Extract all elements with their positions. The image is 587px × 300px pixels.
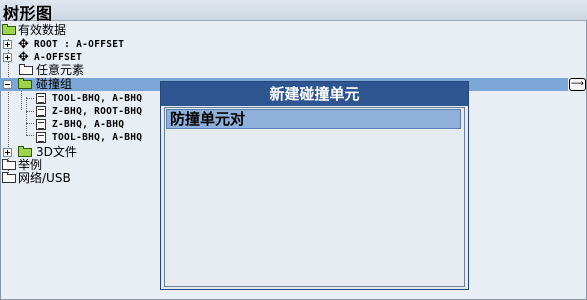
tree-item-a-offset[interactable]: ✥ A-OFFSET [0, 51, 200, 64]
folder-icon [2, 172, 16, 183]
document-icon [36, 119, 46, 130]
tree-item-collision-pair[interactable]: TOOL-BHQ, A-BHQ [0, 92, 170, 105]
collapse-icon[interactable] [3, 80, 12, 89]
dialog-list: 防撞单元对 [164, 107, 465, 287]
tree-item-collision-pair[interactable]: TOOL-BHQ, A-BHQ [0, 131, 170, 144]
tree-item-label: ROOT : A-OFFSET [34, 39, 125, 50]
folder-open-icon [2, 24, 16, 35]
expand-icon[interactable] [3, 148, 12, 157]
tree-item-label: TOOL-BHQ, A-BHQ [52, 132, 143, 143]
folder-icon [19, 64, 33, 75]
tree-item-label: 有效数据 [18, 23, 67, 37]
dialog-title: 新建碰撞单元 [161, 82, 468, 106]
document-icon [36, 132, 46, 143]
tree-item-label: Z-BHQ, ROOT-BHQ [52, 106, 143, 117]
tree-item-label: 网络/USB [18, 171, 71, 185]
tree-item-label: TOOL-BHQ, A-BHQ [52, 93, 143, 104]
list-item-collision-pair[interactable]: 防撞单元对 [166, 109, 461, 129]
folder-open-icon [18, 146, 32, 157]
tree-item-root-offset[interactable]: ✥ ROOT : A-OFFSET [0, 38, 200, 51]
tree-item-root[interactable]: 有效数据 [0, 24, 200, 37]
new-collision-unit-dialog: 新建碰撞单元 防撞单元对 [160, 81, 469, 290]
tree-item-collision-pair[interactable]: Z-BHQ, A-BHQ [0, 118, 170, 131]
title-bar: 树形图 [0, 0, 587, 23]
move-cross-icon: ✥ [18, 50, 29, 65]
expand-icon[interactable] [3, 40, 12, 49]
expand-icon[interactable] [3, 53, 12, 62]
folder-open-icon [18, 78, 32, 89]
document-icon [36, 93, 46, 104]
tree-item-label: 碰撞组 [36, 77, 73, 91]
arrow-right-icon[interactable]: ⟶ [569, 78, 586, 91]
folder-icon [2, 159, 16, 170]
tree-item-label: 3D文件 [36, 145, 77, 159]
tree-item-any-element[interactable]: 任意元素 [0, 64, 200, 77]
tree-item-collision-pair[interactable]: Z-BHQ, ROOT-BHQ [0, 105, 170, 118]
document-icon [36, 106, 46, 117]
window-title: 树形图 [3, 4, 53, 23]
tree-item-label: Z-BHQ, A-BHQ [52, 119, 125, 130]
tree-item-label: 任意元素 [36, 63, 85, 77]
